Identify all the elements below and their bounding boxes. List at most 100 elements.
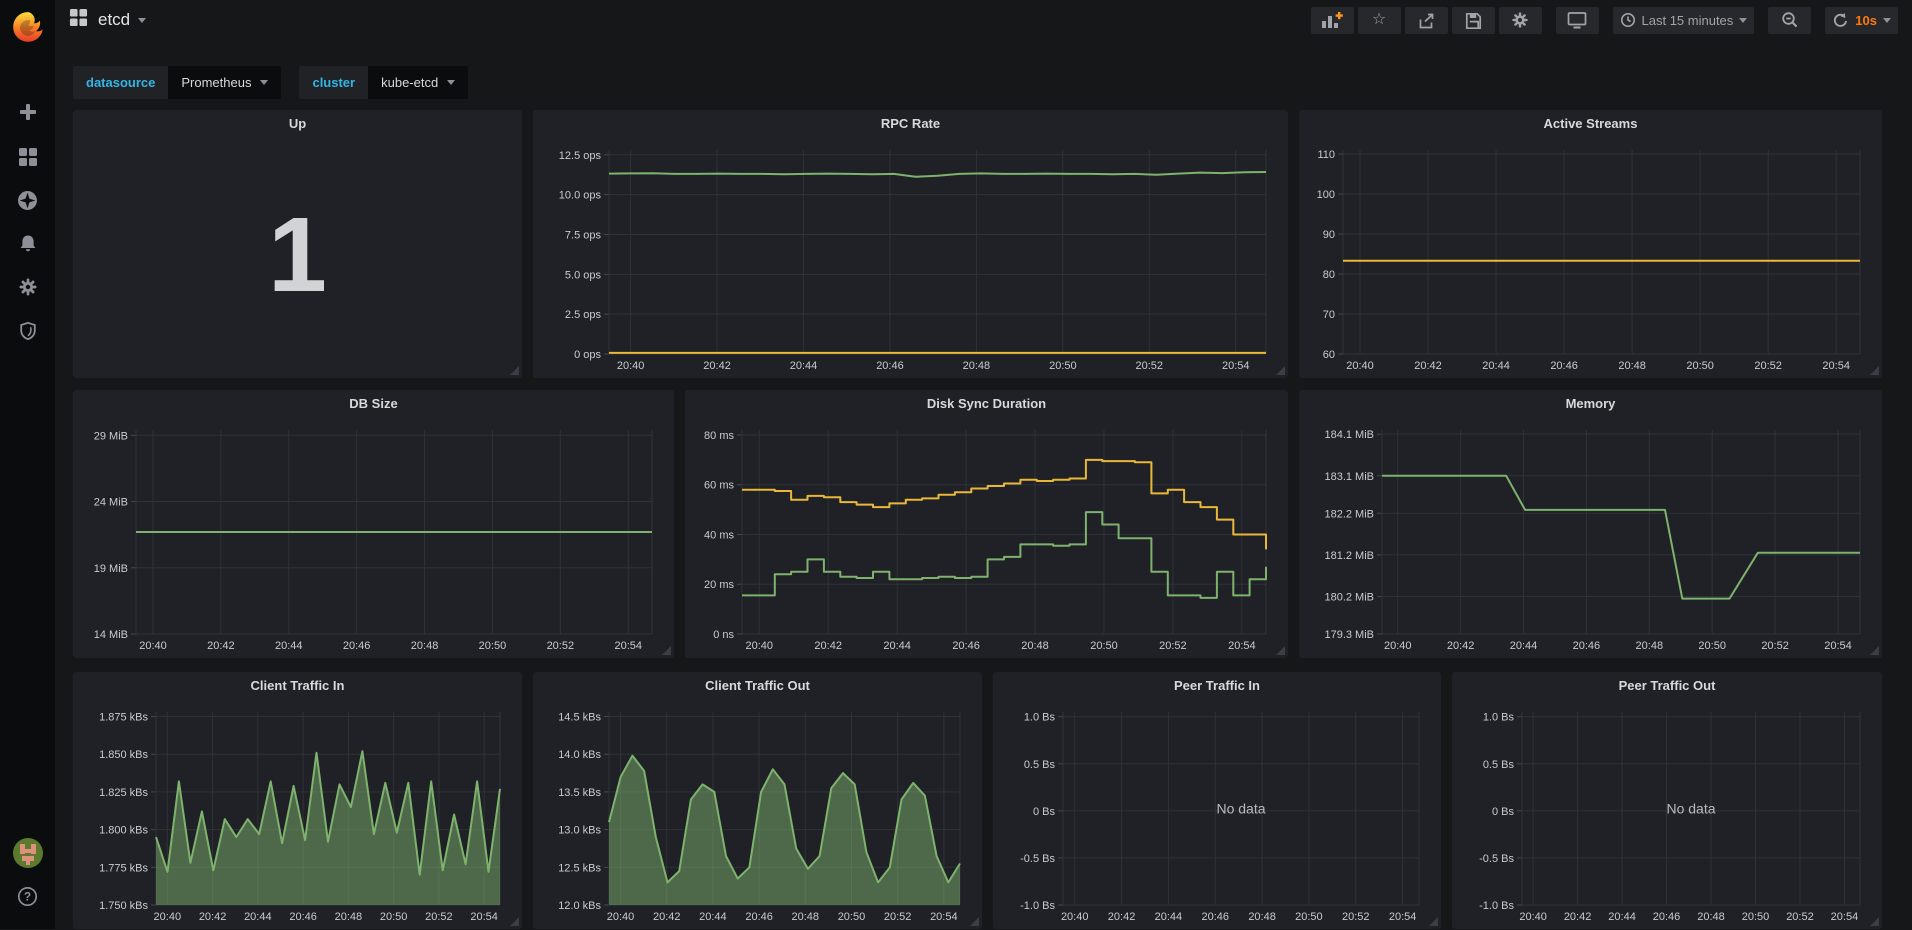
y-axis-tick-label: 14.5 kBs [558, 712, 601, 724]
x-axis-tick-label: 20:42 [199, 911, 227, 923]
panel-resize-handle[interactable] [1429, 917, 1438, 926]
x-axis-tick-label: 20:52 [884, 911, 912, 923]
panel-resize-handle[interactable] [510, 366, 519, 375]
x-axis-tick-label: 20:46 [952, 640, 980, 652]
x-axis-tick-label: 20:54 [930, 911, 958, 923]
x-axis-tick-label: 20:40 [1346, 360, 1374, 372]
x-axis-tick-label: 20:48 [792, 911, 820, 923]
chart[interactable]: 6070809010011020:4020:4220:4420:4620:482… [1307, 136, 1874, 374]
chart[interactable]: 179.3 MiB180.2 MiB181.2 MiB182.2 MiB183.… [1307, 416, 1874, 654]
chart[interactable]: -1.0 Bs-0.5 Bs0 Bs0.5 Bs1.0 Bs20:4020:42… [1460, 698, 1874, 925]
panel-title[interactable]: Client Traffic In [73, 672, 522, 698]
refresh-interval-label: 10s [1855, 13, 1877, 28]
variable-value-dropdown[interactable]: Prometheus [168, 66, 281, 99]
panel-title[interactable]: Disk Sync Duration [685, 390, 1288, 416]
y-axis-tick-label: 1.850 kBs [99, 749, 148, 761]
y-axis-tick-label: 90 [1323, 229, 1335, 241]
panel-resize-handle[interactable] [662, 646, 671, 655]
chart[interactable]: 14 MiB19 MiB24 MiB29 MiB20:4020:4220:442… [81, 416, 666, 654]
dashboard-title-dropdown[interactable]: etcd [98, 10, 146, 30]
dashboard-settings-button[interactable] [1499, 7, 1542, 34]
panel-body: -1.0 Bs-0.5 Bs0 Bs0.5 Bs1.0 Bs20:4020:42… [1460, 698, 1874, 925]
y-axis-tick-label: 10.0 ops [559, 190, 602, 202]
panel-up: Up1 [73, 110, 522, 378]
panel-body: -1.0 Bs-0.5 Bs0 Bs0.5 Bs1.0 Bs20:4020:42… [1001, 698, 1433, 925]
dashboards-icon[interactable] [0, 145, 55, 169]
x-axis-tick-label: 20:46 [1550, 360, 1578, 372]
panel-resize-handle[interactable] [970, 917, 979, 926]
time-range-picker[interactable]: Last 15 minutes [1613, 7, 1755, 34]
plus-icon[interactable] [0, 100, 55, 124]
chart[interactable]: 0 ns20 ms40 ms60 ms80 ms20:4020:4220:442… [693, 416, 1280, 654]
panel-title[interactable]: DB Size [73, 390, 674, 416]
alerting-bell-icon[interactable] [0, 231, 55, 255]
share-button[interactable] [1405, 7, 1448, 34]
refresh-icon [1832, 12, 1849, 29]
refresh-picker[interactable]: 10s [1825, 7, 1898, 34]
chart[interactable]: 12.0 kBs12.5 kBs13.0 kBs13.5 kBs14.0 kBs… [541, 698, 974, 925]
variable-cluster[interactable]: cluster kube-etcd [299, 66, 468, 99]
clock-icon [1620, 12, 1636, 28]
panel-title[interactable]: Active Streams [1299, 110, 1882, 136]
variable-value-dropdown[interactable]: kube-etcd [368, 66, 468, 99]
help-icon[interactable]: ? [0, 884, 55, 908]
grafana-dashboard: { "topbar": { "title": "etcd", "time_ran… [0, 0, 1912, 929]
zoom-out-button[interactable] [1768, 7, 1811, 34]
panel-body: 6070809010011020:4020:4220:4420:4620:482… [1307, 136, 1874, 374]
toolbar: ☆ Last 15 minutes 10s [1307, 7, 1898, 34]
panel-body: 179.3 MiB180.2 MiB181.2 MiB182.2 MiB183.… [1307, 416, 1874, 654]
no-data-label: No data [1666, 801, 1715, 817]
panel-resize-handle[interactable] [1870, 646, 1879, 655]
save-button[interactable] [1452, 7, 1495, 34]
chart[interactable]: 1.750 kBs1.775 kBs1.800 kBs1.825 kBs1.85… [81, 698, 514, 925]
star-button[interactable]: ☆ [1358, 7, 1401, 34]
x-axis-tick-label: 20:48 [1697, 911, 1725, 923]
panel-resize-handle[interactable] [510, 917, 519, 926]
panel-title[interactable]: Peer Traffic In [993, 672, 1441, 698]
panel-resize-handle[interactable] [1870, 917, 1879, 926]
x-axis-tick-label: 20:46 [1653, 911, 1681, 923]
x-axis-tick-label: 20:50 [1090, 640, 1118, 652]
tv-mode-button[interactable] [1556, 7, 1599, 34]
panel-cin: Client Traffic In1.750 kBs1.775 kBs1.800… [73, 672, 522, 929]
user-avatar[interactable] [0, 838, 55, 868]
panel-streams: Active Streams6070809010011020:4020:4220… [1299, 110, 1882, 378]
panel-sync: Disk Sync Duration0 ns20 ms40 ms60 ms80 … [685, 390, 1288, 658]
y-axis-tick-label: 1.775 kBs [99, 862, 148, 874]
x-axis-tick-label: 20:46 [876, 360, 904, 372]
x-axis-tick-label: 20:40 [139, 640, 167, 652]
y-axis-tick-label: 0 Bs [1492, 806, 1515, 818]
x-axis-tick-label: 20:50 [1049, 360, 1077, 372]
series-line-series-green [609, 172, 1266, 177]
panel-title[interactable]: Peer Traffic Out [1452, 672, 1882, 698]
x-axis-tick-label: 20:52 [425, 911, 453, 923]
page-title: etcd [98, 10, 130, 30]
panel-title[interactable]: Up [73, 110, 522, 136]
variable-datasource[interactable]: datasource Prometheus [73, 66, 281, 99]
chart[interactable]: 0 ops2.5 ops5.0 ops7.5 ops10.0 ops12.5 o… [541, 136, 1280, 374]
grafana-logo-icon[interactable] [0, 6, 55, 50]
y-axis-tick-label: 1.750 kBs [99, 900, 148, 912]
y-axis-tick-label: 19 MiB [94, 563, 128, 575]
y-axis-tick-label: 1.825 kBs [99, 787, 148, 799]
panel-resize-handle[interactable] [1276, 646, 1285, 655]
panel-resize-handle[interactable] [1870, 366, 1879, 375]
y-axis-tick-label: -1.0 Bs [1020, 900, 1055, 912]
x-axis-tick-label: 20:48 [1618, 360, 1646, 372]
explore-compass-icon[interactable] [0, 188, 55, 212]
configuration-gear-icon[interactable] [0, 275, 55, 299]
y-axis-tick-label: 13.5 kBs [558, 787, 601, 799]
panel-title[interactable]: Client Traffic Out [533, 672, 982, 698]
y-axis-tick-label: 2.5 ops [565, 309, 602, 321]
panel-title[interactable]: RPC Rate [533, 110, 1288, 136]
server-admin-shield-icon[interactable] [0, 319, 55, 343]
chart[interactable]: -1.0 Bs-0.5 Bs0 Bs0.5 Bs1.0 Bs20:4020:42… [1001, 698, 1433, 925]
x-axis-tick-label: 20:40 [1061, 911, 1089, 923]
x-axis-tick-label: 20:44 [790, 360, 818, 372]
panel-resize-handle[interactable] [1276, 366, 1285, 375]
y-axis-tick-label: -0.5 Bs [1479, 853, 1514, 865]
y-axis-tick-label: 60 ms [704, 480, 734, 492]
panel-title[interactable]: Memory [1299, 390, 1882, 416]
add-panel-button[interactable] [1311, 7, 1354, 34]
y-axis-tick-label: 60 [1323, 349, 1335, 361]
